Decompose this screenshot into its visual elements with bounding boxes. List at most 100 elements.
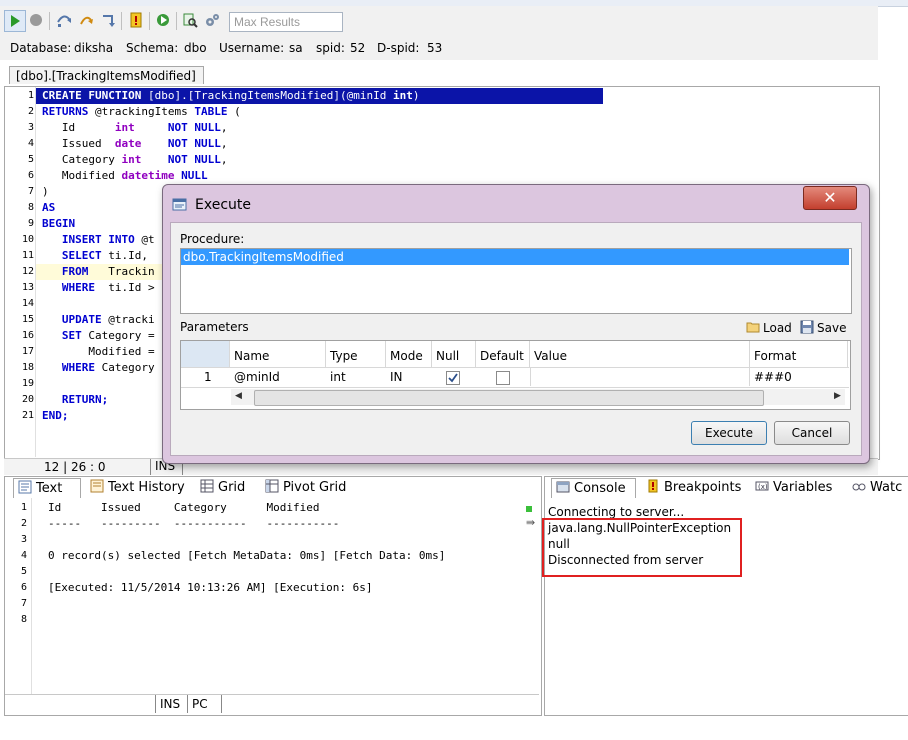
tab-variables[interactable]: (x) Variables	[751, 478, 832, 498]
save-button[interactable]: Save	[800, 320, 846, 335]
results-line: ----- --------- ----------- -----------	[48, 517, 340, 530]
find-icon[interactable]	[180, 10, 200, 30]
status-indicator-icon	[526, 506, 532, 512]
line-number: 14	[21, 298, 34, 309]
watches-icon	[852, 483, 866, 491]
code-keyword: RETURN;	[42, 393, 109, 406]
execute-button[interactable]: Execute	[691, 421, 767, 445]
tab-text-history[interactable]: Text History	[86, 478, 185, 498]
line-number: 1	[20, 502, 27, 513]
status-divider	[221, 695, 226, 713]
null-checkbox[interactable]	[446, 371, 460, 385]
tab-label: Text History	[108, 480, 185, 495]
line-number: 12	[21, 266, 34, 277]
code-text: Issued	[42, 137, 115, 150]
line-number: 3	[27, 122, 34, 133]
editor-tab[interactable]: [dbo].[TrackingItemsModified]	[9, 66, 204, 84]
column-header-name[interactable]: Name	[230, 341, 326, 367]
results-gutter: 1 2 3 4 5 6 7 8	[5, 498, 32, 694]
save-disk-icon	[800, 320, 814, 334]
column-header-type[interactable]: Type	[326, 341, 386, 367]
step-into-icon[interactable]	[76, 10, 96, 30]
tab-breakpoints[interactable]: Breakpoints	[642, 478, 741, 498]
database-value: diksha	[74, 41, 114, 55]
tab-label: Watc	[870, 480, 903, 495]
code-keyword: END;	[42, 409, 69, 422]
breakpoint-warning-icon[interactable]	[126, 10, 146, 30]
line-number: 21	[21, 410, 34, 421]
param-value-cell[interactable]	[530, 368, 750, 386]
go-icon[interactable]	[153, 10, 173, 30]
tab-pivot-grid[interactable]: Pivot Grid	[261, 478, 346, 498]
max-results-input[interactable]	[229, 12, 343, 32]
code-line: FROM Trackin	[42, 264, 155, 280]
code-line: Issued date NOT NULL,	[42, 136, 228, 152]
code-keyword: UPDATE	[42, 313, 102, 326]
code-text: ,	[220, 137, 228, 150]
column-header-value[interactable]: Value	[530, 341, 750, 367]
line-number: 2	[20, 518, 27, 529]
code-text: Trackin	[88, 265, 155, 278]
tab-label: Text	[36, 481, 63, 496]
code-keyword: WHERE	[42, 361, 95, 374]
code-line: UPDATE @tracki	[42, 312, 155, 328]
param-format-cell[interactable]: ###0	[750, 368, 848, 386]
scrollbar-thumb[interactable]	[254, 390, 764, 406]
dspid-value: 53	[427, 41, 443, 55]
line-number: 8	[27, 202, 34, 213]
scroll-left-icon[interactable]: ◀	[235, 391, 242, 401]
tab-grid[interactable]: Grid	[196, 478, 245, 498]
stop-icon[interactable]	[26, 10, 46, 30]
settings-gear-icon[interactable]	[202, 10, 222, 30]
code-line: WHERE ti.Id >	[42, 280, 155, 296]
load-label: Load	[763, 321, 792, 335]
code-keyword: TABLE	[194, 105, 228, 118]
param-mode-cell[interactable]: IN	[386, 368, 432, 386]
line-number: 7	[27, 186, 34, 197]
code-line: CREATE FUNCTION [dbo].[TrackingItemsModi…	[42, 88, 420, 104]
error-highlight-box	[542, 518, 742, 577]
run-icon[interactable]	[4, 10, 26, 32]
results-line: 0 record(s) selected [Fetch MetaData: 0m…	[48, 549, 446, 562]
scroll-right-icon[interactable]: ▶	[834, 391, 841, 401]
tab-watches[interactable]: Watc	[848, 478, 902, 498]
close-icon[interactable]: ✕	[803, 186, 857, 210]
step-over-icon[interactable]	[54, 10, 74, 30]
procedure-label: Procedure:	[180, 232, 245, 246]
username-label: Username:	[219, 41, 285, 55]
code-line: )	[42, 185, 49, 198]
default-checkbox[interactable]	[496, 371, 510, 385]
code-line: INSERT INTO @t	[42, 232, 155, 248]
line-number: 6	[27, 170, 34, 181]
schema-label: Schema:	[126, 41, 179, 55]
code-text: ti.Id >	[94, 281, 155, 294]
load-button[interactable]: Load	[746, 320, 792, 335]
database-label: Database:	[10, 41, 72, 55]
checkmark-icon	[448, 373, 458, 383]
code-text: Category	[94, 361, 155, 374]
text-tab-icon	[18, 480, 32, 494]
cancel-button[interactable]: Cancel	[774, 421, 850, 445]
tab-label: Pivot Grid	[283, 480, 347, 495]
tab-text[interactable]: Text	[13, 478, 81, 498]
column-header-null[interactable]: Null	[432, 341, 476, 367]
line-number: 3	[20, 534, 27, 545]
toolbar-separator	[149, 12, 150, 30]
code-line: SET Category =	[42, 328, 155, 344]
tab-label: Breakpoints	[664, 480, 742, 495]
grid-icon	[200, 479, 214, 493]
procedure-list-item[interactable]: dbo.TrackingItemsModified	[181, 249, 849, 265]
code-keyword: SET	[42, 329, 82, 342]
column-header-format[interactable]: Format	[750, 341, 848, 367]
line-number: 18	[21, 362, 34, 373]
column-header-mode[interactable]: Mode	[386, 341, 432, 367]
param-name-cell[interactable]: @minId	[230, 368, 326, 386]
column-header-default[interactable]: Default	[476, 341, 530, 367]
step-out-icon[interactable]	[98, 10, 118, 30]
tab-console[interactable]: Console	[551, 478, 636, 498]
svg-text:(x): (x)	[758, 483, 768, 491]
code-text: Modified	[42, 169, 122, 182]
param-type-cell[interactable]: int	[326, 368, 386, 386]
code-type: date	[114, 137, 142, 150]
